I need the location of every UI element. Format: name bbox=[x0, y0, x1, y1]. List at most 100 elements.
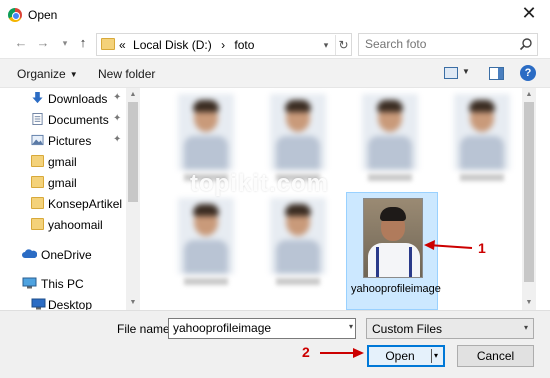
close-button[interactable]: ✕ bbox=[518, 3, 540, 24]
profile-photo-thumbnail bbox=[363, 198, 423, 278]
file-type-value: Custom Files bbox=[372, 322, 443, 336]
command-bar: Organize ▼ New folder ▼ ? bbox=[0, 58, 550, 88]
dialog-footer: File name: ▾ Custom Files ▾ Open ▾ Cance… bbox=[0, 310, 550, 378]
search-icon bbox=[519, 38, 532, 51]
open-button[interactable]: Open ▾ bbox=[367, 345, 445, 367]
up-folder-button[interactable]: ↑ bbox=[74, 34, 92, 52]
sidebar-item-label: KonsepArtikel bbox=[48, 197, 123, 211]
photo-thumbnail bbox=[178, 198, 234, 274]
address-dropdown-button[interactable]: ▾ bbox=[319, 35, 333, 55]
file-type-select[interactable]: Custom Files ▾ bbox=[366, 318, 534, 339]
scroll-down-button[interactable]: ▼ bbox=[126, 296, 140, 310]
sidebar-item-label: This PC bbox=[41, 277, 84, 291]
file-thumbnail[interactable] bbox=[440, 90, 524, 186]
sidebar-item-documents[interactable]: Documents ✦ bbox=[0, 109, 126, 130]
sidebar-item-label: Desktop bbox=[48, 298, 93, 310]
folder-icon bbox=[101, 38, 115, 50]
recent-locations-button[interactable]: ▾ bbox=[56, 34, 74, 52]
file-thumbnail[interactable] bbox=[256, 194, 340, 290]
desktop-icon bbox=[31, 298, 46, 310]
folder-icon bbox=[31, 218, 44, 230]
refresh-button[interactable]: ↻ bbox=[335, 35, 351, 55]
file-thumbnail[interactable] bbox=[348, 90, 432, 186]
help-icon[interactable]: ? bbox=[520, 65, 536, 81]
sidebar-item-gmail-2[interactable]: gmail bbox=[0, 172, 126, 193]
pin-icon: ✦ bbox=[113, 113, 122, 124]
sidebar-item-label: gmail bbox=[48, 155, 77, 169]
file-item-selected[interactable]: yahooprofileimage bbox=[346, 192, 441, 310]
sidebar-item-downloads[interactable]: Downloads ✦ bbox=[0, 88, 126, 109]
change-view-icon[interactable] bbox=[444, 67, 458, 79]
sidebar-item-label: yahoomail bbox=[48, 218, 103, 232]
sidebar-item-yahoomail[interactable]: yahoomail bbox=[0, 214, 126, 235]
onedrive-icon bbox=[22, 249, 37, 258]
split-divider bbox=[431, 349, 432, 363]
organize-button[interactable]: Organize ▼ bbox=[17, 67, 78, 81]
navigation-bar: ← → ▾ ↑ « Local Disk (D:) › foto ▾ ↻ bbox=[0, 30, 550, 58]
search-input[interactable] bbox=[365, 37, 515, 51]
file-caption-blurred bbox=[460, 174, 504, 181]
annotation-marker-2: 2 bbox=[302, 344, 310, 360]
photo-thumbnail bbox=[270, 94, 326, 170]
view-options-caret-icon[interactable]: ▼ bbox=[462, 67, 470, 76]
pin-icon: ✦ bbox=[113, 92, 122, 103]
scroll-up-button[interactable]: ▲ bbox=[126, 88, 140, 102]
sidebar-item-gmail[interactable]: gmail bbox=[0, 151, 126, 172]
address-bar[interactable]: « Local Disk (D:) › foto ▾ ↻ bbox=[96, 33, 352, 56]
back-button[interactable]: ← bbox=[12, 34, 30, 52]
documents-icon bbox=[32, 113, 43, 125]
file-thumbnail[interactable] bbox=[164, 194, 248, 290]
chrome-icon bbox=[8, 8, 22, 22]
title-bar: Open ✕ bbox=[0, 0, 550, 30]
navigation-pane: Downloads ✦ Documents ✦ Pictures ✦ gmail… bbox=[0, 88, 140, 310]
photo-thumbnail bbox=[362, 94, 418, 170]
folder-icon bbox=[31, 197, 44, 209]
window-title: Open bbox=[28, 8, 58, 22]
new-folder-button[interactable]: New folder bbox=[98, 67, 155, 81]
breadcrumb-foto[interactable]: foto bbox=[234, 38, 254, 52]
scroll-up-button[interactable]: ▲ bbox=[522, 88, 536, 102]
folder-icon bbox=[31, 155, 44, 167]
file-caption-blurred bbox=[368, 174, 412, 181]
scroll-down-button[interactable]: ▼ bbox=[522, 296, 536, 310]
cancel-button[interactable]: Cancel bbox=[457, 345, 534, 367]
forward-button[interactable]: → bbox=[34, 34, 52, 52]
search-box[interactable] bbox=[358, 33, 538, 56]
scrollbar-thumb[interactable] bbox=[128, 102, 138, 202]
computer-icon bbox=[22, 277, 37, 289]
scrollbar-thumb[interactable] bbox=[524, 102, 534, 282]
pictures-icon bbox=[31, 134, 44, 146]
download-icon bbox=[32, 92, 43, 104]
photo-thumbnail bbox=[270, 198, 326, 274]
file-name-label: yahooprofileimage bbox=[351, 283, 441, 295]
sidebar-item-label: Downloads bbox=[48, 92, 108, 106]
file-list: yahooprofileimage ▲ ▼ bbox=[140, 88, 536, 310]
chevron-down-icon[interactable]: ▾ bbox=[349, 322, 353, 331]
chevron-down-icon: ▾ bbox=[523, 323, 528, 332]
sidebar-item-pictures[interactable]: Pictures ✦ bbox=[0, 130, 126, 151]
folder-icon bbox=[31, 176, 44, 188]
sidebar-item-label: gmail bbox=[48, 176, 77, 190]
pin-icon: ✦ bbox=[113, 134, 122, 145]
preview-pane-icon[interactable] bbox=[489, 67, 504, 80]
sidebar-item-onedrive[interactable]: OneDrive bbox=[0, 244, 126, 265]
sidebar-item-desktop[interactable]: Desktop bbox=[0, 294, 126, 310]
sidebar-item-label: Documents bbox=[48, 113, 109, 127]
file-name-combobox[interactable]: ▾ bbox=[168, 318, 356, 339]
breadcrumb-overflow[interactable]: « bbox=[119, 38, 126, 52]
file-name-label: File name: bbox=[117, 322, 174, 336]
breadcrumb-separator[interactable]: › bbox=[221, 38, 225, 52]
photo-thumbnail bbox=[178, 94, 234, 170]
file-caption-blurred bbox=[184, 278, 228, 285]
open-options-dropdown-icon[interactable]: ▾ bbox=[434, 347, 438, 365]
file-name-input[interactable] bbox=[173, 321, 338, 335]
content-scrollbar[interactable]: ▲ ▼ bbox=[522, 88, 536, 310]
breadcrumb: « Local Disk (D:) › foto bbox=[119, 38, 254, 52]
organize-label: Organize bbox=[17, 67, 66, 81]
photo-thumbnail bbox=[454, 94, 510, 170]
breadcrumb-local-disk[interactable]: Local Disk (D:) bbox=[133, 38, 212, 52]
annotation-marker-1: 1 bbox=[478, 240, 486, 256]
sidebar-item-konsepartikel[interactable]: KonsepArtikel bbox=[0, 193, 126, 214]
sidebar-item-this-pc[interactable]: This PC bbox=[0, 273, 126, 294]
sidebar-scrollbar[interactable]: ▲ ▼ bbox=[126, 88, 140, 310]
